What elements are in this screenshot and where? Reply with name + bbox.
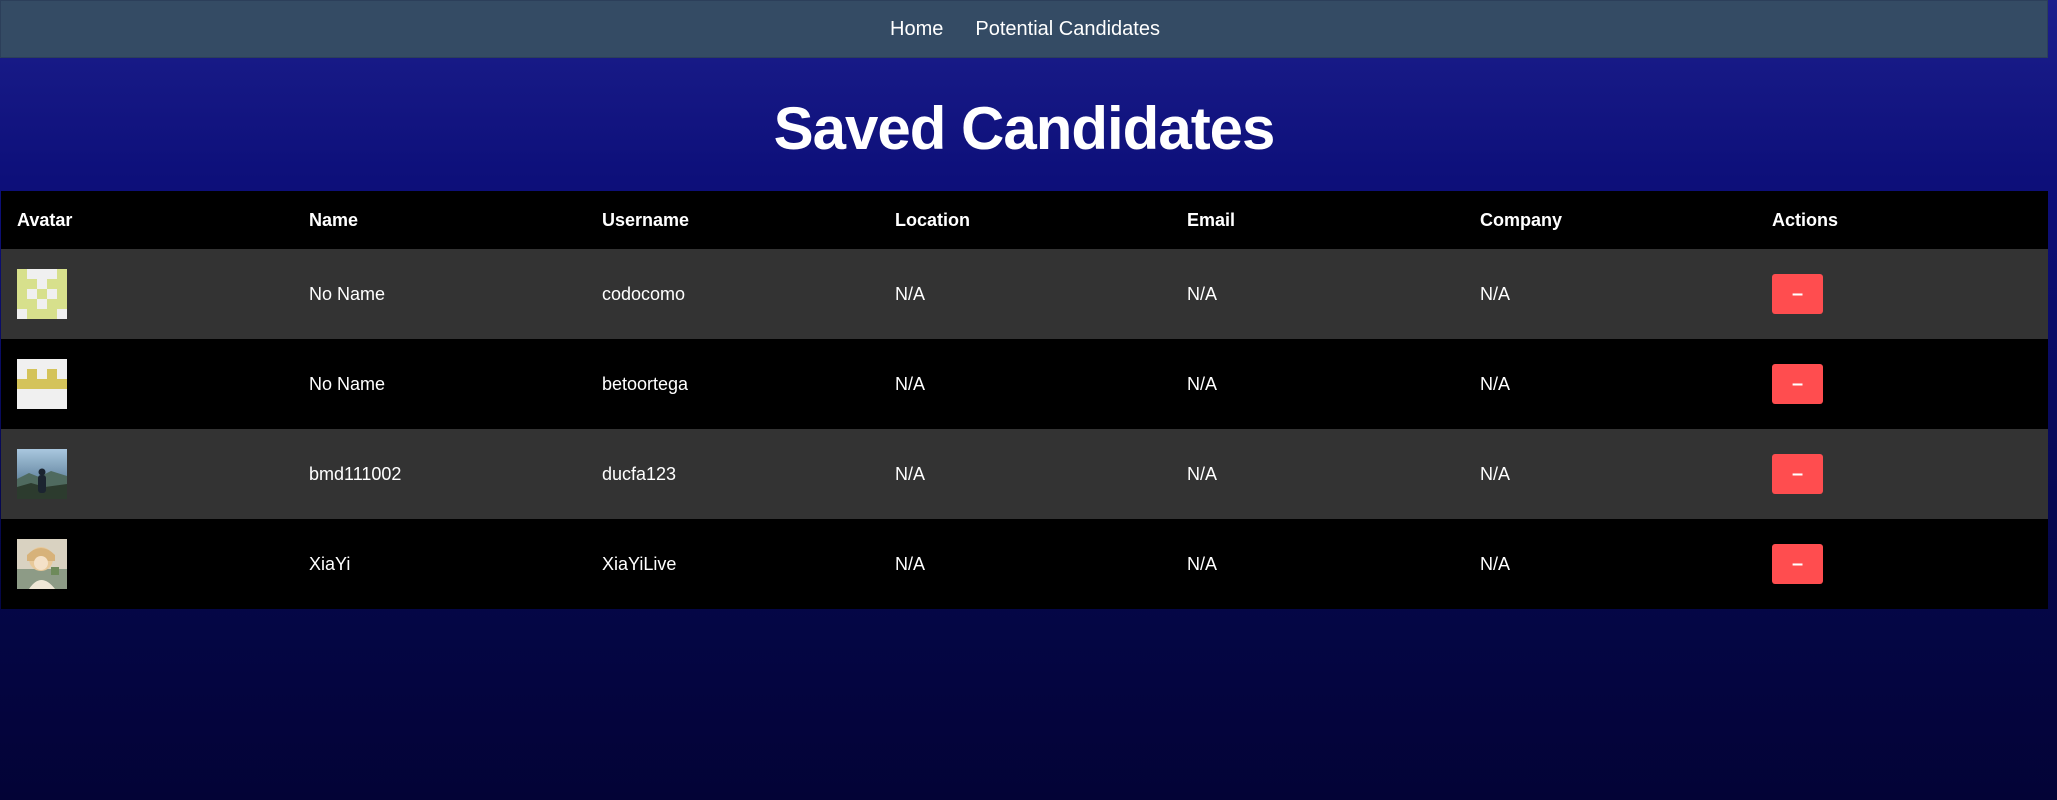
candidate-location: N/A [879, 429, 1171, 519]
avatar-photo-icon [17, 449, 67, 499]
column-header-avatar: Avatar [1, 191, 293, 249]
remove-candidate-button[interactable]: – [1772, 544, 1823, 584]
candidate-email: N/A [1171, 249, 1464, 339]
actions-cell: – [1756, 249, 2048, 339]
column-header-email: Email [1171, 191, 1464, 249]
remove-candidate-button[interactable]: – [1772, 274, 1823, 314]
avatar-cell [1, 339, 293, 429]
candidate-name: No Name [293, 249, 586, 339]
avatar-cell [1, 429, 293, 519]
column-header-actions: Actions [1756, 191, 2048, 249]
candidate-company: N/A [1464, 249, 1756, 339]
candidate-username: XiaYiLive [586, 519, 879, 609]
column-header-company: Company [1464, 191, 1756, 249]
candidate-name: XiaYi [293, 519, 586, 609]
candidate-username: ducfa123 [586, 429, 879, 519]
nav-link-home[interactable]: Home [890, 18, 943, 41]
candidate-username: betoortega [586, 339, 879, 429]
avatar-cell [1, 249, 293, 339]
table-row: No Name betoortega N/A N/A N/A – [1, 339, 2048, 429]
candidate-email: N/A [1171, 429, 1464, 519]
candidate-username: codocomo [586, 249, 879, 339]
saved-candidates-table: Avatar Name Username Location Email Comp… [1, 191, 2048, 609]
nav-link-potential-candidates[interactable]: Potential Candidates [975, 18, 1160, 41]
table-row: XiaYi XiaYiLive N/A N/A N/A – [1, 519, 2048, 609]
avatar-identicon-green-icon [17, 269, 67, 319]
actions-cell: – [1756, 519, 2048, 609]
table-header-row: Avatar Name Username Location Email Comp… [1, 191, 2048, 249]
column-header-name: Name [293, 191, 586, 249]
candidate-company: N/A [1464, 339, 1756, 429]
candidate-location: N/A [879, 249, 1171, 339]
remove-candidate-button[interactable]: – [1772, 454, 1823, 494]
table-row: No Name codocomo N/A N/A N/A – [1, 249, 2048, 339]
candidate-company: N/A [1464, 519, 1756, 609]
avatar-cell [1, 519, 293, 609]
actions-cell: – [1756, 429, 2048, 519]
candidate-location: N/A [879, 339, 1171, 429]
remove-candidate-button[interactable]: – [1772, 364, 1823, 404]
candidate-name: bmd111002 [293, 429, 586, 519]
avatar-identicon-yellow-icon [17, 359, 67, 409]
candidate-email: N/A [1171, 339, 1464, 429]
column-header-username: Username [586, 191, 879, 249]
candidate-email: N/A [1171, 519, 1464, 609]
column-header-location: Location [879, 191, 1171, 249]
top-navigation: Home Potential Candidates [0, 0, 2048, 58]
avatar-photo-icon [17, 539, 67, 589]
page-title: Saved Candidates [773, 95, 1276, 162]
candidate-location: N/A [879, 519, 1171, 609]
candidate-name: No Name [293, 339, 586, 429]
table-row: bmd111002 ducfa123 N/A N/A N/A – [1, 429, 2048, 519]
candidate-company: N/A [1464, 429, 1756, 519]
actions-cell: – [1756, 339, 2048, 429]
